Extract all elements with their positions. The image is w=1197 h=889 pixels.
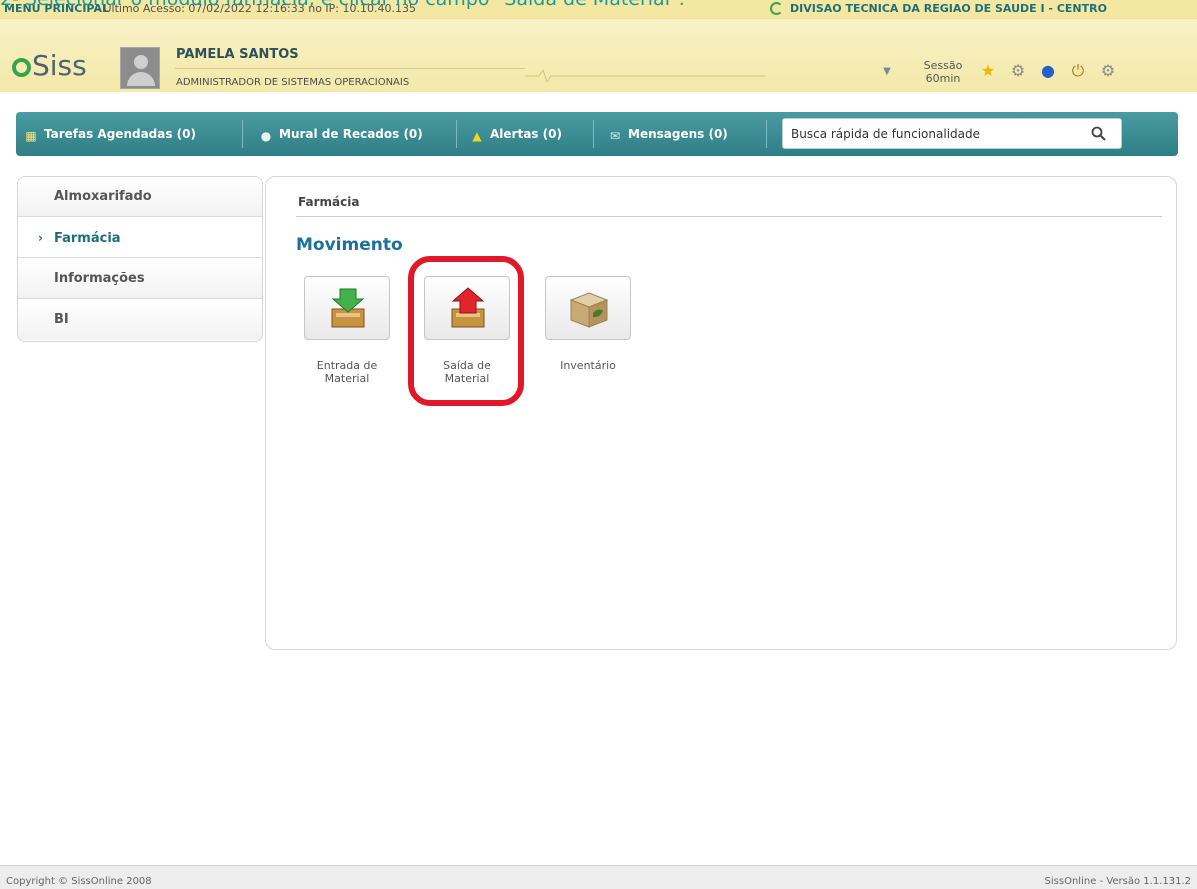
- search-input[interactable]: [791, 124, 1081, 144]
- siss-logo: Siss: [12, 49, 87, 82]
- user-role: ADMINISTRADOR DE SISTEMAS OPERACIONAIS: [176, 77, 410, 88]
- envelope-icon: ✉: [609, 129, 621, 143]
- box-arrow-in-icon: [331, 288, 365, 328]
- section-title: Movimento: [296, 235, 403, 255]
- copyright-text: Copyright © SissOnline 2008: [6, 876, 152, 887]
- nav-alertas[interactable]: ▲ Alertas (0): [462, 112, 592, 156]
- search-icon[interactable]: [1091, 126, 1106, 141]
- nav-label: Mural de Recados (0): [279, 127, 423, 141]
- settings-gear-icon[interactable]: ⚙: [1008, 61, 1028, 81]
- tile-inventario[interactable]: [545, 276, 631, 340]
- dropdown-arrow-icon[interactable]: ▼: [878, 64, 896, 80]
- calendar-icon: ▦: [25, 129, 37, 143]
- user-name: PAMELA SANTOS: [176, 47, 299, 62]
- nav-mensagens[interactable]: ✉ Mensagens (0): [600, 112, 760, 156]
- instruction-caption: 2- Selecionar o modulo farmácia, e clica…: [0, 0, 685, 10]
- nav-tarefas-agendadas[interactable]: ▦ Tarefas Agendadas (0): [16, 112, 234, 156]
- speech-bubble-icon: ●: [260, 129, 272, 143]
- inventory-box-icon: [569, 292, 609, 328]
- version-text: SissOnline - Versão 1.1.131.2: [1044, 876, 1191, 887]
- highlight-annotation: [408, 256, 524, 406]
- power-icon[interactable]: ⏻: [1068, 61, 1088, 81]
- sidebar-item-label: Farmácia: [54, 231, 121, 246]
- sidebar-item-label: Informações: [54, 271, 145, 286]
- help-icon[interactable]: ●: [1038, 61, 1058, 81]
- sidebar-item-bi[interactable]: BI: [18, 300, 262, 340]
- logo-ring-icon: [12, 58, 31, 77]
- quick-search: [782, 118, 1122, 149]
- top-header: MENU PRINCIPAL - Último Acesso: 07/02/20…: [0, 0, 1197, 92]
- config-gear-icon[interactable]: ⚙: [1098, 61, 1118, 81]
- module-sidebar: Almoxarifado › Farmácia Informações BI: [17, 176, 263, 342]
- page-footer: Copyright © SissOnline 2008 SissOnline -…: [0, 865, 1197, 889]
- avatar: [120, 47, 160, 89]
- sidebar-item-label: BI: [54, 312, 69, 327]
- tile-label-entrada: Entrada de Material: [316, 359, 378, 385]
- nav-label: Tarefas Agendadas (0): [44, 127, 197, 141]
- main-navbar: ▦ Tarefas Agendadas (0) ● Mural de Recados…: [16, 112, 1178, 156]
- session-timer: Sessão 60min: [914, 59, 972, 85]
- nav-label: Alertas (0): [490, 127, 562, 141]
- nav-mural-de-recados[interactable]: ● Mural de Recados (0): [251, 112, 461, 156]
- refresh-icon[interactable]: [770, 2, 783, 15]
- sidebar-item-farmacia[interactable]: › Farmácia: [18, 218, 262, 258]
- main-content: Farmácia Movimento Entrada de Material Sa…: [265, 176, 1177, 650]
- logo-text: Siss: [32, 49, 87, 82]
- content-divider: [296, 216, 1162, 217]
- tile-entrada-de-material[interactable]: [304, 276, 390, 340]
- user-divider: [175, 68, 525, 69]
- favorites-star-icon[interactable]: ★: [978, 61, 998, 81]
- user-bar: Siss PAMELA SANTOS ADMINISTRADOR DE SIST…: [0, 18, 1197, 92]
- chevron-right-icon: ›: [38, 231, 43, 245]
- division-name: DIVISAO TECNICA DA REGIAO DE SAUDE I - C…: [790, 2, 1107, 15]
- tile-label-inventario: Inventário: [560, 359, 616, 372]
- sidebar-item-almoxarifado[interactable]: Almoxarifado: [18, 177, 262, 217]
- heartbeat-line-icon: [525, 69, 765, 83]
- session-label: Sessão: [923, 59, 963, 72]
- sidebar-item-label: Almoxarifado: [54, 189, 152, 204]
- sidebar-item-informacoes[interactable]: Informações: [18, 259, 262, 299]
- nav-label: Mensagens (0): [628, 127, 728, 141]
- breadcrumb: Farmácia: [298, 195, 360, 209]
- session-value: 60min: [925, 72, 961, 85]
- warning-icon: ▲: [472, 129, 482, 143]
